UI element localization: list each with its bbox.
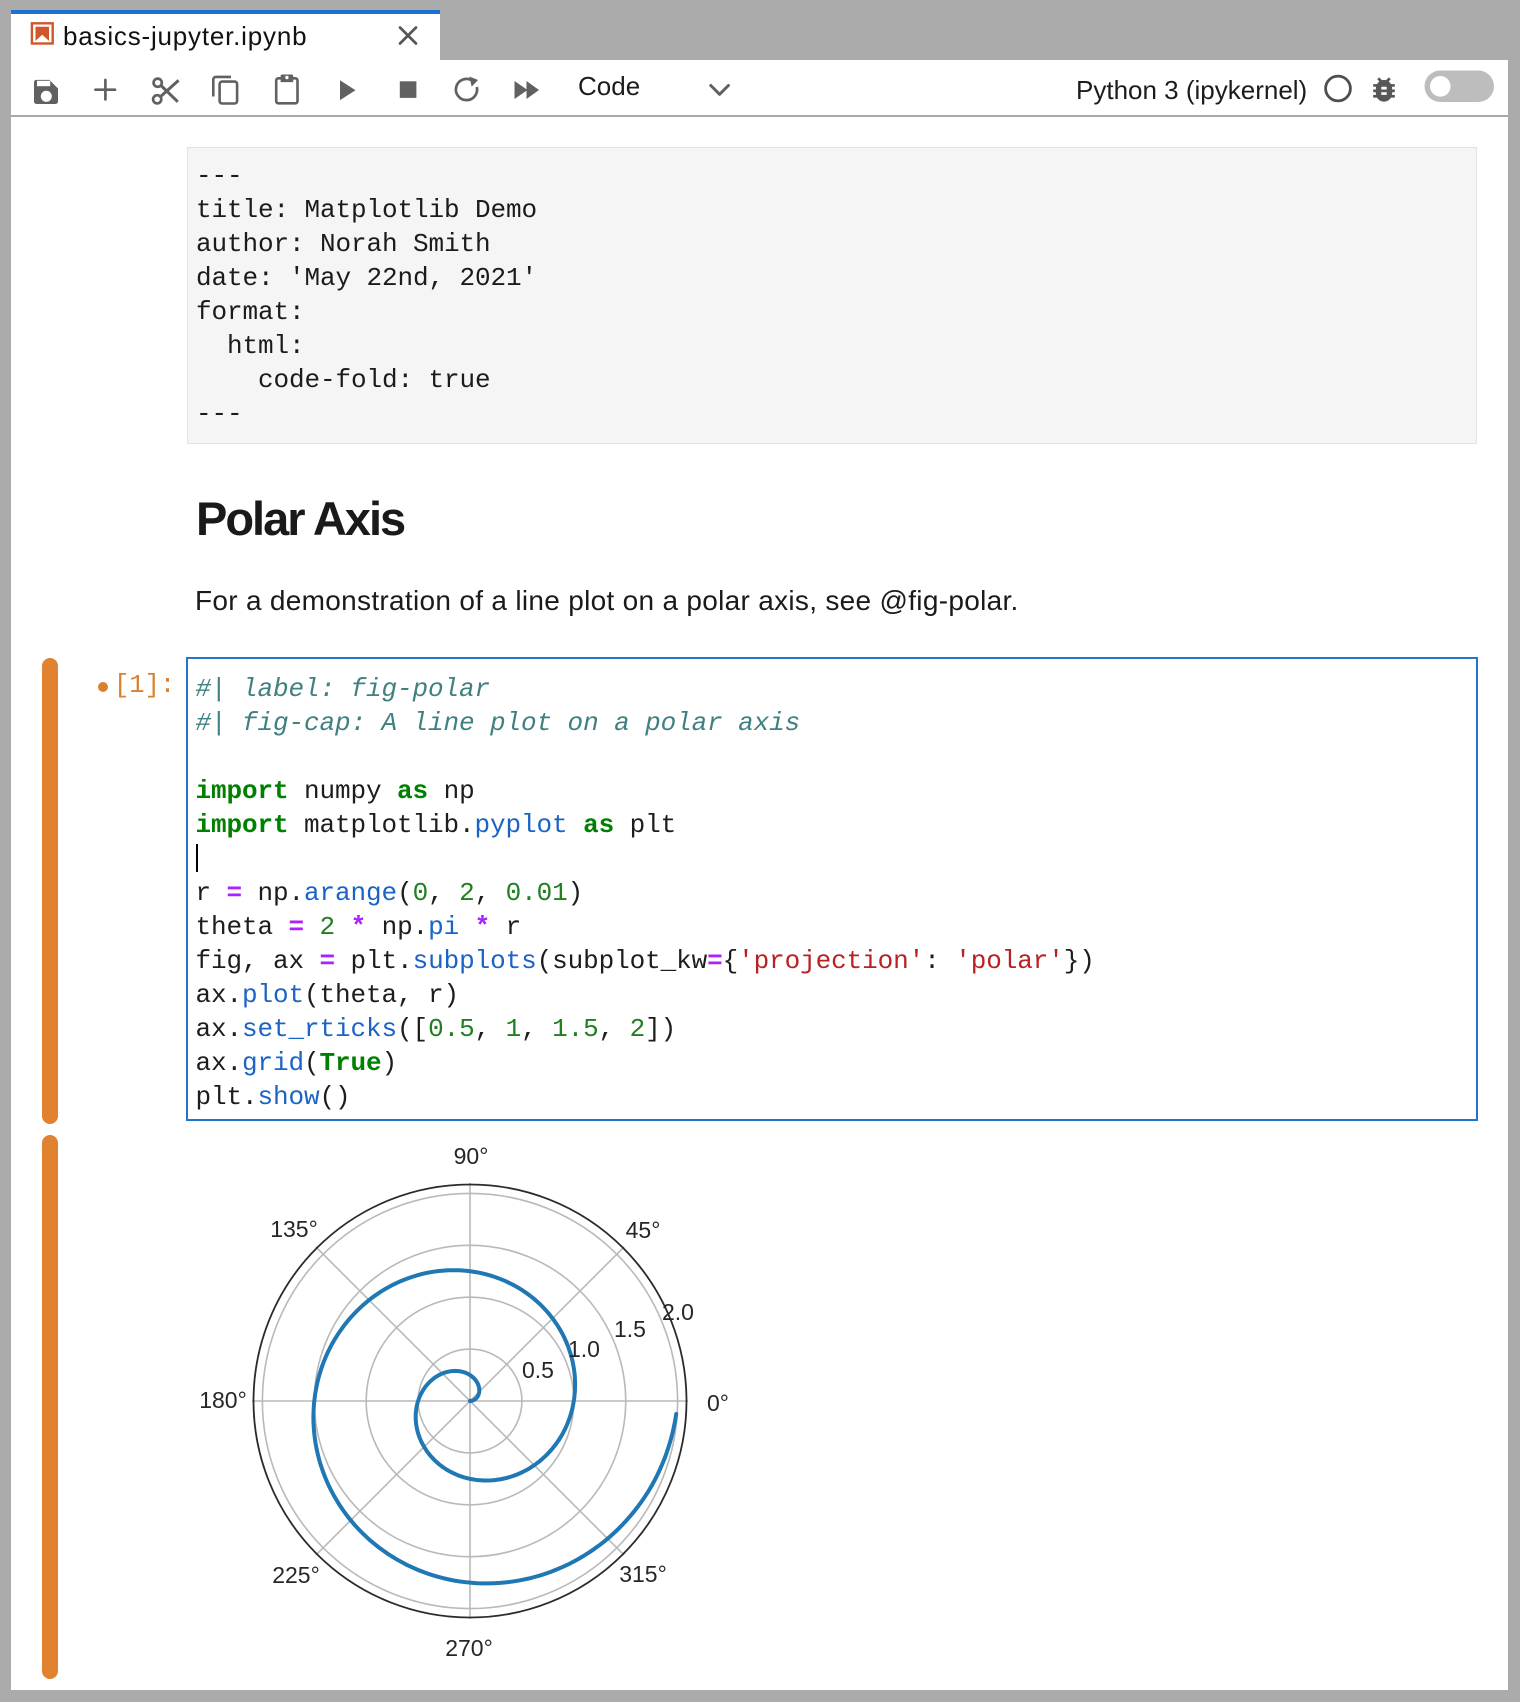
- svg-text:45°: 45°: [626, 1217, 661, 1243]
- svg-text:315°: 315°: [619, 1561, 667, 1587]
- svg-text:2.0: 2.0: [662, 1299, 694, 1325]
- svg-text:180°: 180°: [199, 1387, 247, 1413]
- svg-text:270°: 270°: [445, 1635, 493, 1661]
- svg-text:0.5: 0.5: [522, 1357, 554, 1383]
- svg-text:135°: 135°: [270, 1216, 318, 1242]
- svg-text:1.5: 1.5: [614, 1316, 646, 1342]
- svg-text:90°: 90°: [454, 1143, 489, 1169]
- svg-text:225°: 225°: [272, 1562, 320, 1588]
- svg-text:1.0: 1.0: [568, 1336, 600, 1362]
- svg-text:0°: 0°: [707, 1390, 729, 1416]
